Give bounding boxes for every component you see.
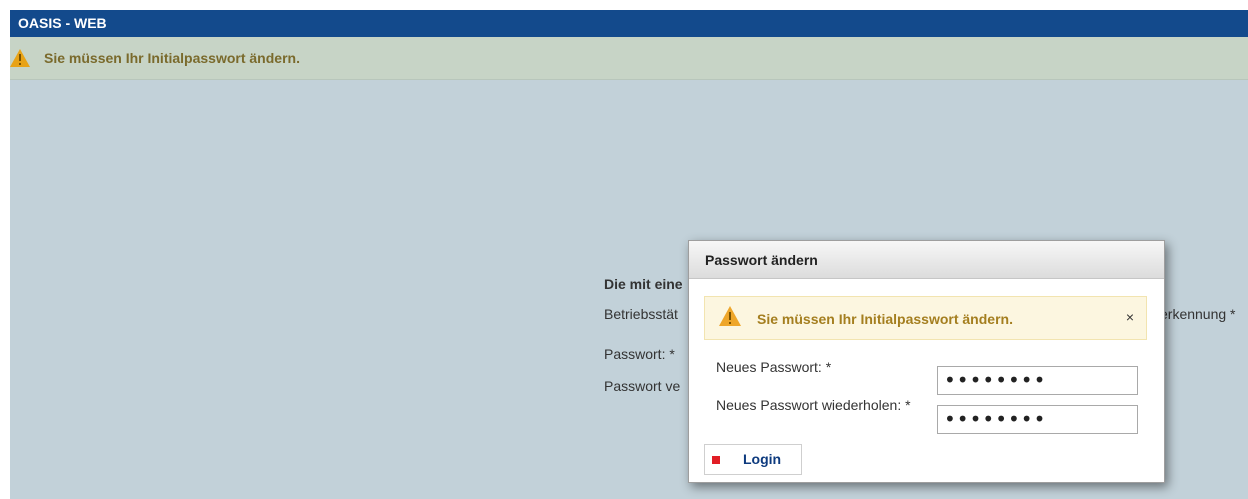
new-password-label: Neues Passwort: * <box>716 359 832 375</box>
app-title: OASIS - WEB <box>18 15 107 31</box>
password-change-dialog: Passwort ändern Sie müssen Ihr Initialpa… <box>688 240 1165 483</box>
login-icon <box>712 456 720 464</box>
warning-bar: Sie müssen Ihr Initialpasswort ändern. <box>10 37 1248 80</box>
app-screen: OASIS - WEB Sie müssen Ihr Initialpasswo… <box>10 10 1248 499</box>
background-form-heading: Die mit eine <box>604 276 683 292</box>
dialog-title: Passwort ändern <box>689 241 1164 279</box>
dialog-alert-message: Sie müssen Ihr Initialpasswort ändern. <box>757 311 1013 327</box>
passwort-label: Passwort: * <box>604 346 675 362</box>
login-button-label: Login <box>743 451 782 467</box>
new-password-field[interactable]: •••••••• <box>937 366 1138 395</box>
benutzerkennung-label: erkennung * <box>1160 306 1236 322</box>
app-title-bar: OASIS - WEB <box>10 10 1248 37</box>
betriebsstaette-label: Betriebsstät <box>604 306 678 322</box>
close-icon[interactable]: × <box>1126 309 1134 325</box>
warning-icon <box>719 306 741 331</box>
warning-icon <box>10 49 30 72</box>
repeat-password-field[interactable]: •••••••• <box>937 405 1138 434</box>
dialog-alert: Sie müssen Ihr Initialpasswort ändern. × <box>704 296 1147 340</box>
login-button[interactable]: Login <box>704 444 802 475</box>
repeat-password-label: Neues Passwort wiederholen: * <box>716 397 911 413</box>
warning-message: Sie müssen Ihr Initialpasswort ändern. <box>44 50 300 66</box>
passwort-verify-label: Passwort ve <box>604 378 681 394</box>
